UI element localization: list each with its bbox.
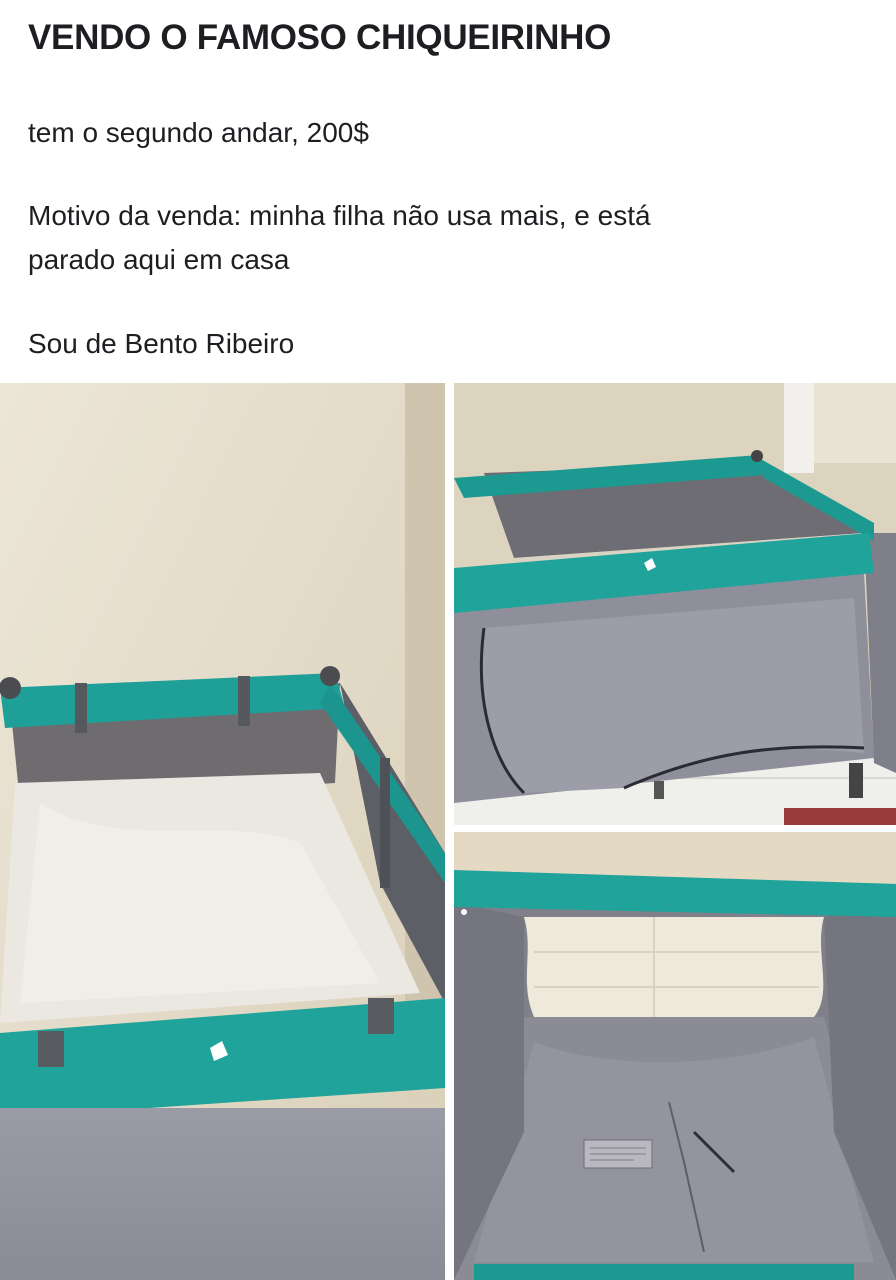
playpen-photo-2-image (454, 383, 896, 825)
playpen-photo-1[interactable] (0, 383, 445, 1280)
post-reason-line-2: parado aqui em casa (28, 244, 290, 275)
post-title: VENDO O FAMOSO CHIQUEIRINHO (28, 18, 612, 57)
post-reason-line-1: Motivo da venda: minha filha não usa mai… (28, 200, 651, 231)
photo-gallery (0, 380, 896, 1280)
playpen-photo-1-image (0, 383, 445, 1280)
playpen-photo-3-image (454, 832, 896, 1280)
post-location: Sou de Bento Ribeiro (28, 328, 295, 359)
playpen-photo-2[interactable] (454, 383, 896, 825)
post-reason: Motivo da venda: minha filha não usa mai… (28, 194, 651, 282)
post-price-line: tem o segundo andar, 200$ (28, 117, 369, 148)
playpen-photo-3[interactable] (454, 832, 896, 1280)
